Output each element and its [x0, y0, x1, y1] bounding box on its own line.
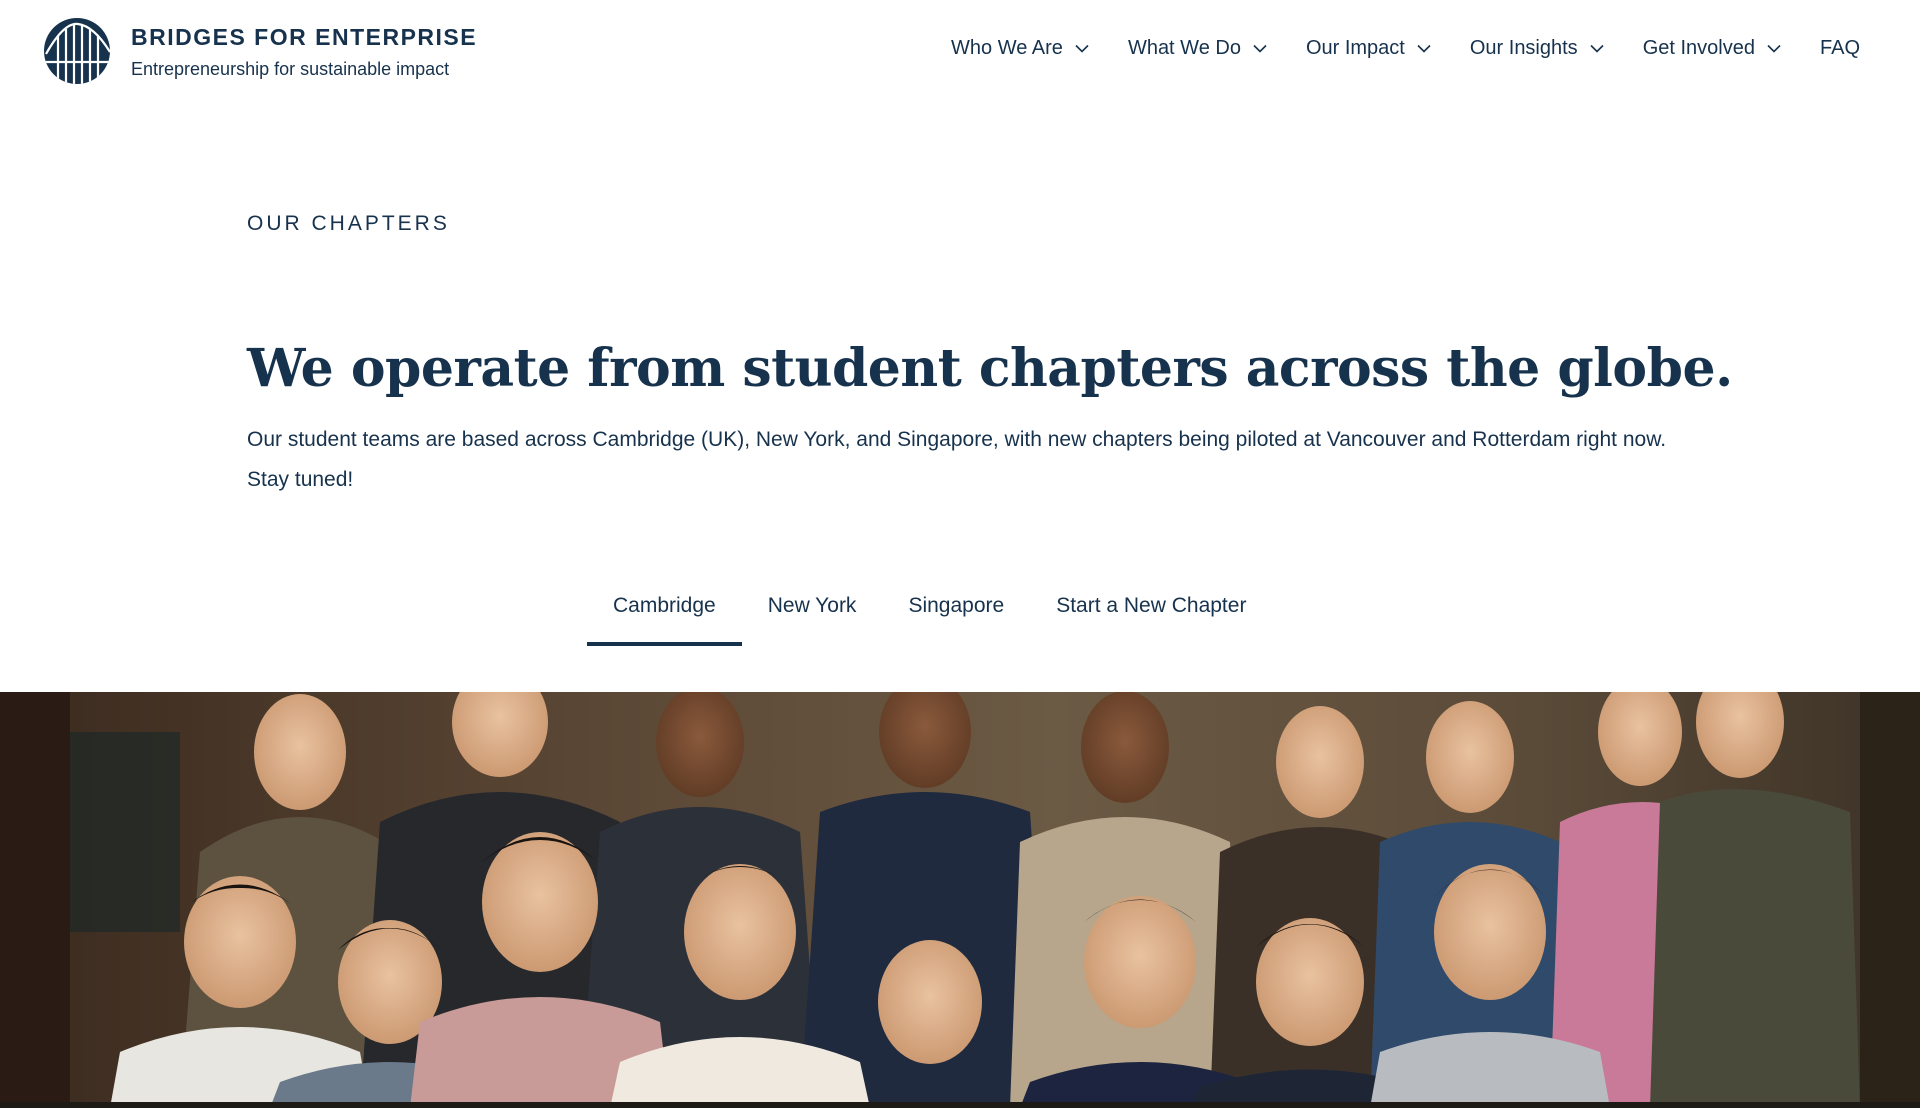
chevron-down-icon	[1253, 44, 1267, 53]
tab-cambridge[interactable]: Cambridge	[587, 586, 742, 646]
nav-item-who-we-are[interactable]: Who We Are	[951, 37, 1089, 60]
nav-item-label: Get Involved	[1642, 36, 1755, 59]
nav-item-our-insights[interactable]: Our Insights	[1470, 37, 1604, 60]
tab-start-new-chapter[interactable]: Start a New Chapter	[1030, 586, 1272, 646]
nav-item-label: Who We Are	[951, 36, 1063, 59]
chapter-tabs: Cambridge New York Singapore Start a New…	[587, 586, 1272, 648]
nav-item-get-involved[interactable]: Get Involved	[1643, 37, 1781, 60]
nav-item-label: What We Do	[1127, 36, 1241, 59]
main-nav: Who We Are What We Do Our Impact Our Ins…	[951, 36, 1860, 60]
chapter-group-photo	[0, 692, 1920, 1108]
tab-new-york[interactable]: New York	[742, 586, 883, 646]
bridge-logo-icon[interactable]	[44, 18, 110, 84]
chevron-down-icon	[1417, 44, 1431, 53]
nav-item-faq[interactable]: FAQ	[1820, 37, 1860, 60]
chevron-down-icon	[1075, 44, 1089, 53]
nav-item-label: Our Impact	[1305, 36, 1405, 59]
brand-title[interactable]: BRIDGES FOR ENTERPRISE	[131, 24, 477, 51]
nav-item-label: FAQ	[1819, 36, 1860, 59]
chevron-down-icon	[1767, 44, 1781, 53]
page-headline: We operate from student chapters across …	[247, 338, 1733, 399]
intro-paragraph: Our student teams are based across Cambr…	[247, 428, 1667, 491]
section-eyebrow: OUR CHAPTERS	[247, 212, 450, 235]
site-header: BRIDGES FOR ENTERPRISE Entrepreneurship …	[0, 0, 1920, 100]
nav-item-label: Our Insights	[1469, 36, 1578, 59]
tab-singapore[interactable]: Singapore	[882, 586, 1030, 646]
brand-tagline: Entrepreneurship for sustainable impact	[131, 59, 450, 79]
nav-item-what-we-do[interactable]: What We Do	[1128, 37, 1267, 60]
chevron-down-icon	[1590, 44, 1604, 53]
nav-item-our-impact[interactable]: Our Impact	[1306, 37, 1431, 60]
